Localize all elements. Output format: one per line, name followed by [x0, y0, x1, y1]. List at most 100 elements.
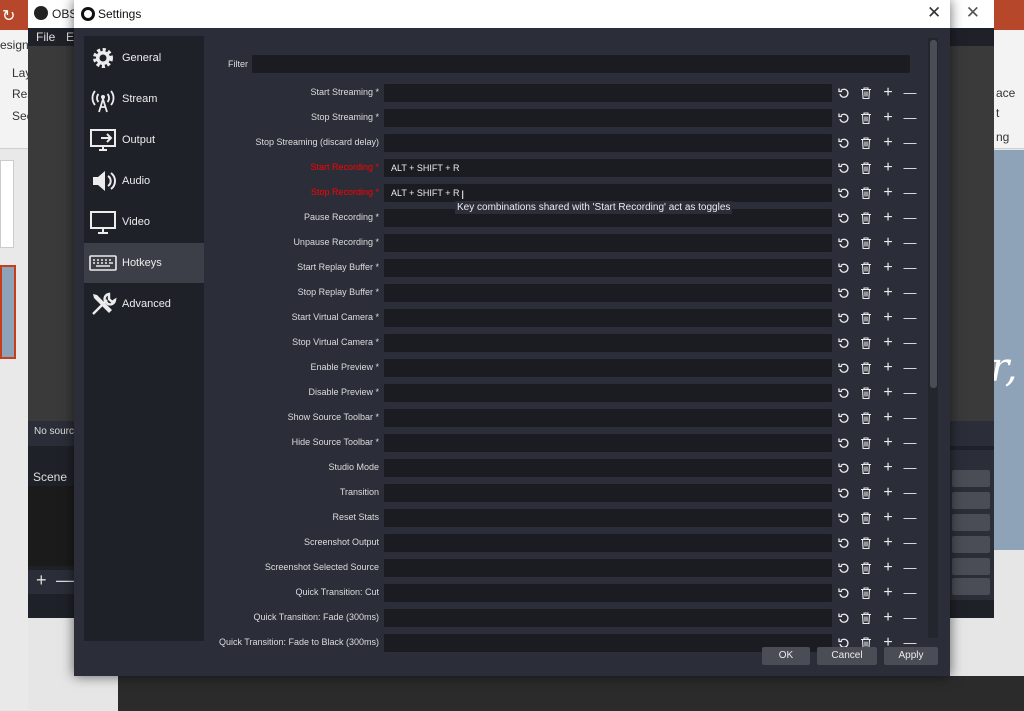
add-hotkey-button[interactable]: +: [880, 409, 896, 427]
revert-icon[interactable]: [836, 234, 852, 252]
hotkey-input[interactable]: [384, 509, 832, 527]
add-hotkey-button[interactable]: +: [880, 334, 896, 352]
scrollbar-thumb[interactable]: [930, 40, 937, 388]
remove-hotkey-button[interactable]: —: [902, 334, 918, 352]
remove-hotkey-button[interactable]: —: [902, 159, 918, 177]
hotkey-input[interactable]: [384, 84, 832, 102]
trash-icon[interactable]: [858, 584, 874, 602]
trash-icon[interactable]: [858, 309, 874, 327]
ppt-tab-design[interactable]: esign: [0, 38, 29, 52]
revert-icon[interactable]: [836, 409, 852, 427]
revert-icon[interactable]: [836, 359, 852, 377]
revert-icon[interactable]: [836, 109, 852, 127]
add-hotkey-button[interactable]: +: [880, 309, 896, 327]
ok-button[interactable]: OK: [762, 647, 810, 665]
revert-icon[interactable]: [836, 459, 852, 477]
remove-hotkey-button[interactable]: —: [902, 309, 918, 327]
add-hotkey-button[interactable]: +: [880, 609, 896, 627]
remove-hotkey-button[interactable]: —: [902, 484, 918, 502]
trash-icon[interactable]: [858, 409, 874, 427]
menu-edit[interactable]: E: [66, 30, 74, 44]
trash-icon[interactable]: [858, 209, 874, 227]
ppt-slide-thumbnail-selected[interactable]: [0, 265, 16, 359]
hotkey-input[interactable]: [384, 134, 832, 152]
hotkey-input[interactable]: [384, 459, 832, 477]
trash-icon[interactable]: [858, 334, 874, 352]
remove-hotkey-button[interactable]: —: [902, 459, 918, 477]
revert-icon[interactable]: [836, 84, 852, 102]
revert-icon[interactable]: [836, 609, 852, 627]
close-icon[interactable]: ✕: [927, 3, 941, 23]
undo-icon[interactable]: ↻: [2, 6, 15, 26]
add-hotkey-button[interactable]: +: [880, 434, 896, 452]
trash-icon[interactable]: [858, 384, 874, 402]
add-hotkey-button[interactable]: +: [880, 559, 896, 577]
trash-icon[interactable]: [858, 609, 874, 627]
add-hotkey-button[interactable]: +: [880, 384, 896, 402]
add-hotkey-button[interactable]: +: [880, 359, 896, 377]
menu-file[interactable]: File: [36, 30, 55, 44]
revert-icon[interactable]: [836, 484, 852, 502]
filter-input[interactable]: [252, 55, 910, 73]
add-hotkey-button[interactable]: +: [880, 509, 896, 527]
remove-hotkey-button[interactable]: —: [902, 409, 918, 427]
remove-hotkey-button[interactable]: —: [902, 584, 918, 602]
hotkey-input[interactable]: [384, 284, 832, 302]
remove-hotkey-button[interactable]: —: [902, 184, 918, 202]
add-scene-button[interactable]: +: [36, 570, 47, 591]
add-hotkey-button[interactable]: +: [880, 134, 896, 152]
obs-control-button[interactable]: [952, 492, 990, 509]
hotkey-input[interactable]: [384, 359, 832, 377]
add-hotkey-button[interactable]: +: [880, 159, 896, 177]
revert-icon[interactable]: [836, 309, 852, 327]
sidebar-item-output[interactable]: Output: [84, 120, 204, 160]
obs-control-button[interactable]: [952, 578, 990, 595]
trash-icon[interactable]: [858, 359, 874, 377]
trash-icon[interactable]: [858, 234, 874, 252]
remove-hotkey-button[interactable]: —: [902, 84, 918, 102]
revert-icon[interactable]: [836, 209, 852, 227]
add-hotkey-button[interactable]: +: [880, 259, 896, 277]
hotkey-input[interactable]: [384, 534, 832, 552]
sidebar-item-audio[interactable]: Audio: [84, 161, 204, 201]
add-hotkey-button[interactable]: +: [880, 84, 896, 102]
hotkey-input[interactable]: [384, 434, 832, 452]
trash-icon[interactable]: [858, 184, 874, 202]
remove-hotkey-button[interactable]: —: [902, 359, 918, 377]
obs-control-button[interactable]: [952, 514, 990, 531]
remove-hotkey-button[interactable]: —: [902, 284, 918, 302]
hotkey-input[interactable]: [384, 409, 832, 427]
hotkey-input[interactable]: [384, 309, 832, 327]
trash-icon[interactable]: [858, 84, 874, 102]
revert-icon[interactable]: [836, 534, 852, 552]
add-hotkey-button[interactable]: +: [880, 284, 896, 302]
revert-icon[interactable]: [836, 559, 852, 577]
add-hotkey-button[interactable]: +: [880, 584, 896, 602]
sidebar-item-video[interactable]: Video: [84, 202, 204, 242]
apply-button[interactable]: Apply: [884, 647, 938, 665]
revert-icon[interactable]: [836, 184, 852, 202]
add-hotkey-button[interactable]: +: [880, 484, 896, 502]
revert-icon[interactable]: [836, 509, 852, 527]
revert-icon[interactable]: [836, 259, 852, 277]
add-hotkey-button[interactable]: +: [880, 109, 896, 127]
hotkey-input[interactable]: [384, 559, 832, 577]
revert-icon[interactable]: [836, 584, 852, 602]
hotkey-input[interactable]: [384, 109, 832, 127]
trash-icon[interactable]: [858, 134, 874, 152]
trash-icon[interactable]: [858, 109, 874, 127]
remove-hotkey-button[interactable]: —: [902, 559, 918, 577]
hotkey-input[interactable]: ALT + SHIFT + R: [384, 184, 832, 202]
hotkey-input[interactable]: [384, 609, 832, 627]
remove-hotkey-button[interactable]: —: [902, 209, 918, 227]
remove-hotkey-button[interactable]: —: [902, 234, 918, 252]
add-hotkey-button[interactable]: +: [880, 234, 896, 252]
obs-control-button[interactable]: [952, 470, 990, 487]
hotkey-input[interactable]: ALT + SHIFT + R: [384, 159, 832, 177]
trash-icon[interactable]: [858, 559, 874, 577]
add-hotkey-button[interactable]: +: [880, 184, 896, 202]
remove-hotkey-button[interactable]: —: [902, 509, 918, 527]
trash-icon[interactable]: [858, 259, 874, 277]
add-hotkey-button[interactable]: +: [880, 534, 896, 552]
add-hotkey-button[interactable]: +: [880, 209, 896, 227]
